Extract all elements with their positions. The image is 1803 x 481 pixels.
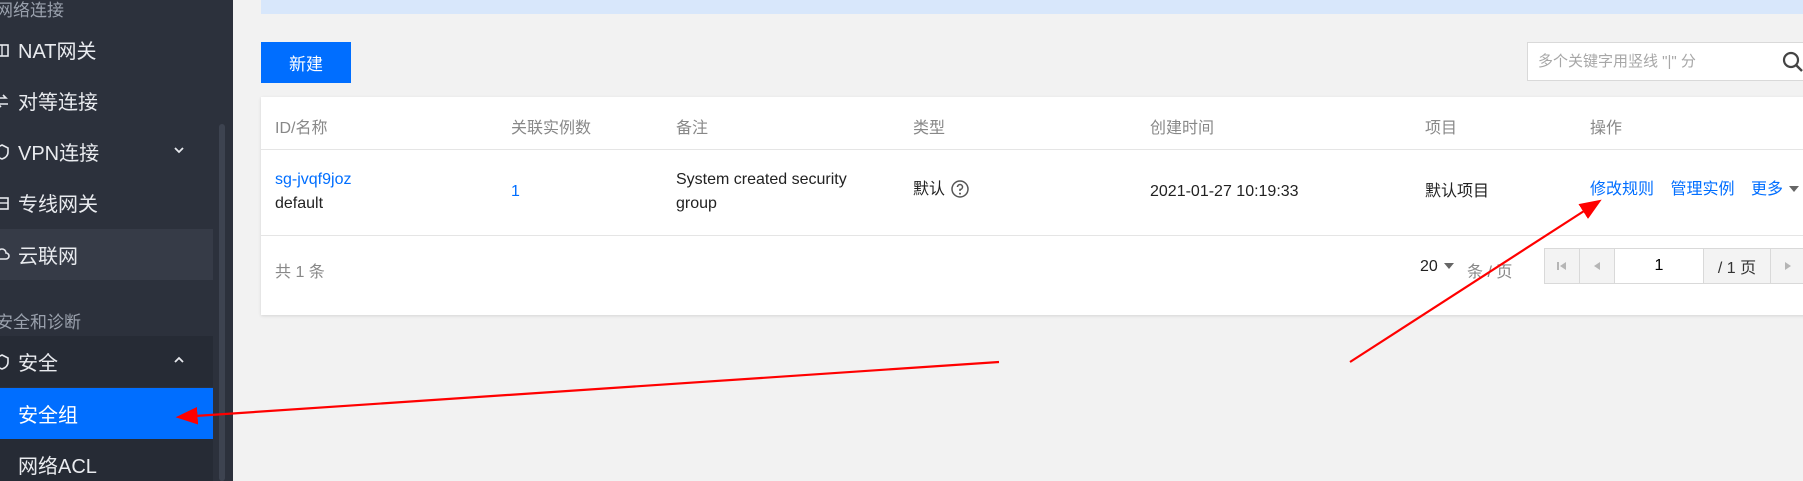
- security-group-name: default: [275, 195, 324, 212]
- sidebar-scrollbar[interactable]: [219, 124, 225, 481]
- next-page-button[interactable]: [1771, 249, 1803, 283]
- sidebar: 网络连接 NAT网关 对等连接 VPN连接 专线网关 云联网 安全和诊断 安全 …: [0, 0, 233, 481]
- column-header-instances: 关联实例数: [511, 120, 592, 137]
- column-header-actions: 操作: [1590, 120, 1623, 137]
- page-size-suffix: 条 / 页: [1467, 264, 1513, 281]
- search-icon[interactable]: [1782, 51, 1803, 73]
- new-button[interactable]: 新建: [261, 42, 351, 83]
- sidebar-item-direct-connect[interactable]: 专线网关: [0, 177, 213, 228]
- sidebar-item-label: 专线网关: [18, 194, 98, 216]
- sidebar-item-network-acl[interactable]: 网络ACL: [0, 439, 213, 481]
- security-shield-icon: [0, 353, 12, 371]
- direct-connect-icon: [0, 194, 12, 212]
- sidebar-item-nat-gateway[interactable]: NAT网关: [0, 24, 213, 75]
- pagination: 共 1 条 20 条 / 页 / 1 页: [261, 236, 1803, 315]
- help-icon[interactable]: [951, 180, 969, 198]
- sidebar-item-cloud-network[interactable]: 云联网: [0, 229, 213, 280]
- table-header: ID/名称 关联实例数 备注 类型 创建时间 项目 操作: [261, 97, 1803, 150]
- column-header-type: 类型: [913, 120, 946, 137]
- column-header-created: 创建时间: [1150, 120, 1215, 137]
- project-name: 默认项目: [1425, 183, 1490, 200]
- sidebar-item-label: 安全组: [18, 405, 78, 427]
- column-header-remark: 备注: [676, 120, 709, 137]
- caret-down-icon: [1443, 263, 1454, 269]
- sidebar-item-security[interactable]: 安全: [0, 336, 213, 387]
- vpn-shield-icon: [0, 143, 12, 161]
- manage-instances-link[interactable]: 管理实例: [1670, 181, 1734, 198]
- first-page-icon: [1557, 262, 1566, 270]
- first-page-button[interactable]: [1545, 249, 1580, 283]
- total-count: 共 1 条: [275, 264, 325, 281]
- caret-down-icon: [1788, 186, 1799, 192]
- chevron-down-icon: [174, 147, 184, 154]
- sidebar-item-label: VPN连接: [18, 143, 100, 165]
- page-number-input[interactable]: [1615, 249, 1704, 283]
- nat-gateway-icon: [0, 41, 12, 59]
- more-actions-label: 更多: [1750, 181, 1783, 198]
- sidebar-item-label: 对等连接: [18, 92, 98, 114]
- sidebar-item-label: 网络ACL: [18, 456, 97, 478]
- chevron-up-icon: [174, 356, 184, 363]
- table-row: sg-jvqf9joz default 1 System created sec…: [261, 150, 1803, 236]
- instance-count-link[interactable]: 1: [511, 180, 520, 204]
- modify-rules-link[interactable]: 修改规则: [1590, 181, 1654, 198]
- column-header-id: ID/名称: [275, 120, 328, 137]
- sidebar-group-network: 网络连接: [0, 1, 64, 20]
- total-pages: / 1 页: [1704, 249, 1771, 283]
- prev-page-icon: [1594, 262, 1600, 270]
- more-actions-dropdown[interactable]: 更多: [1751, 181, 1799, 198]
- sidebar-item-label: 安全: [18, 353, 58, 375]
- remark-text: System created security: [676, 171, 847, 188]
- sidebar-item-label: NAT网关: [18, 41, 97, 63]
- next-page-icon: [1785, 262, 1791, 270]
- pager-controls: / 1 页: [1544, 248, 1803, 284]
- created-time: 2021-01-27 10:19:33: [1150, 183, 1299, 200]
- peering-icon: [0, 92, 12, 110]
- prev-page-button[interactable]: [1580, 249, 1615, 283]
- sidebar-item-peering[interactable]: 对等连接: [0, 75, 213, 126]
- annotation-arrow-to-security-group: [175, 360, 1000, 425]
- notice-banner: [261, 0, 1803, 14]
- page-size-value: 20: [1420, 258, 1438, 275]
- page-size-select[interactable]: 20: [1420, 258, 1454, 276]
- sidebar-item-security-group[interactable]: 安全组: [0, 388, 213, 439]
- cloud-network-icon: [0, 246, 12, 264]
- sidebar-item-vpn[interactable]: VPN连接: [0, 126, 213, 177]
- sidebar-item-label: 云联网: [18, 246, 78, 268]
- column-header-project: 项目: [1425, 120, 1458, 137]
- search-box[interactable]: [1527, 42, 1803, 81]
- sidebar-group-security: 安全和诊断: [0, 313, 81, 332]
- search-input[interactable]: [1528, 42, 1780, 81]
- security-group-id-link[interactable]: sg-jvqf9joz: [275, 168, 351, 192]
- security-group-table: ID/名称 关联实例数 备注 类型 创建时间 项目 操作 sg-jvqf9joz…: [261, 97, 1803, 315]
- type-text: 默认: [913, 181, 946, 198]
- remark-text: group: [676, 195, 717, 212]
